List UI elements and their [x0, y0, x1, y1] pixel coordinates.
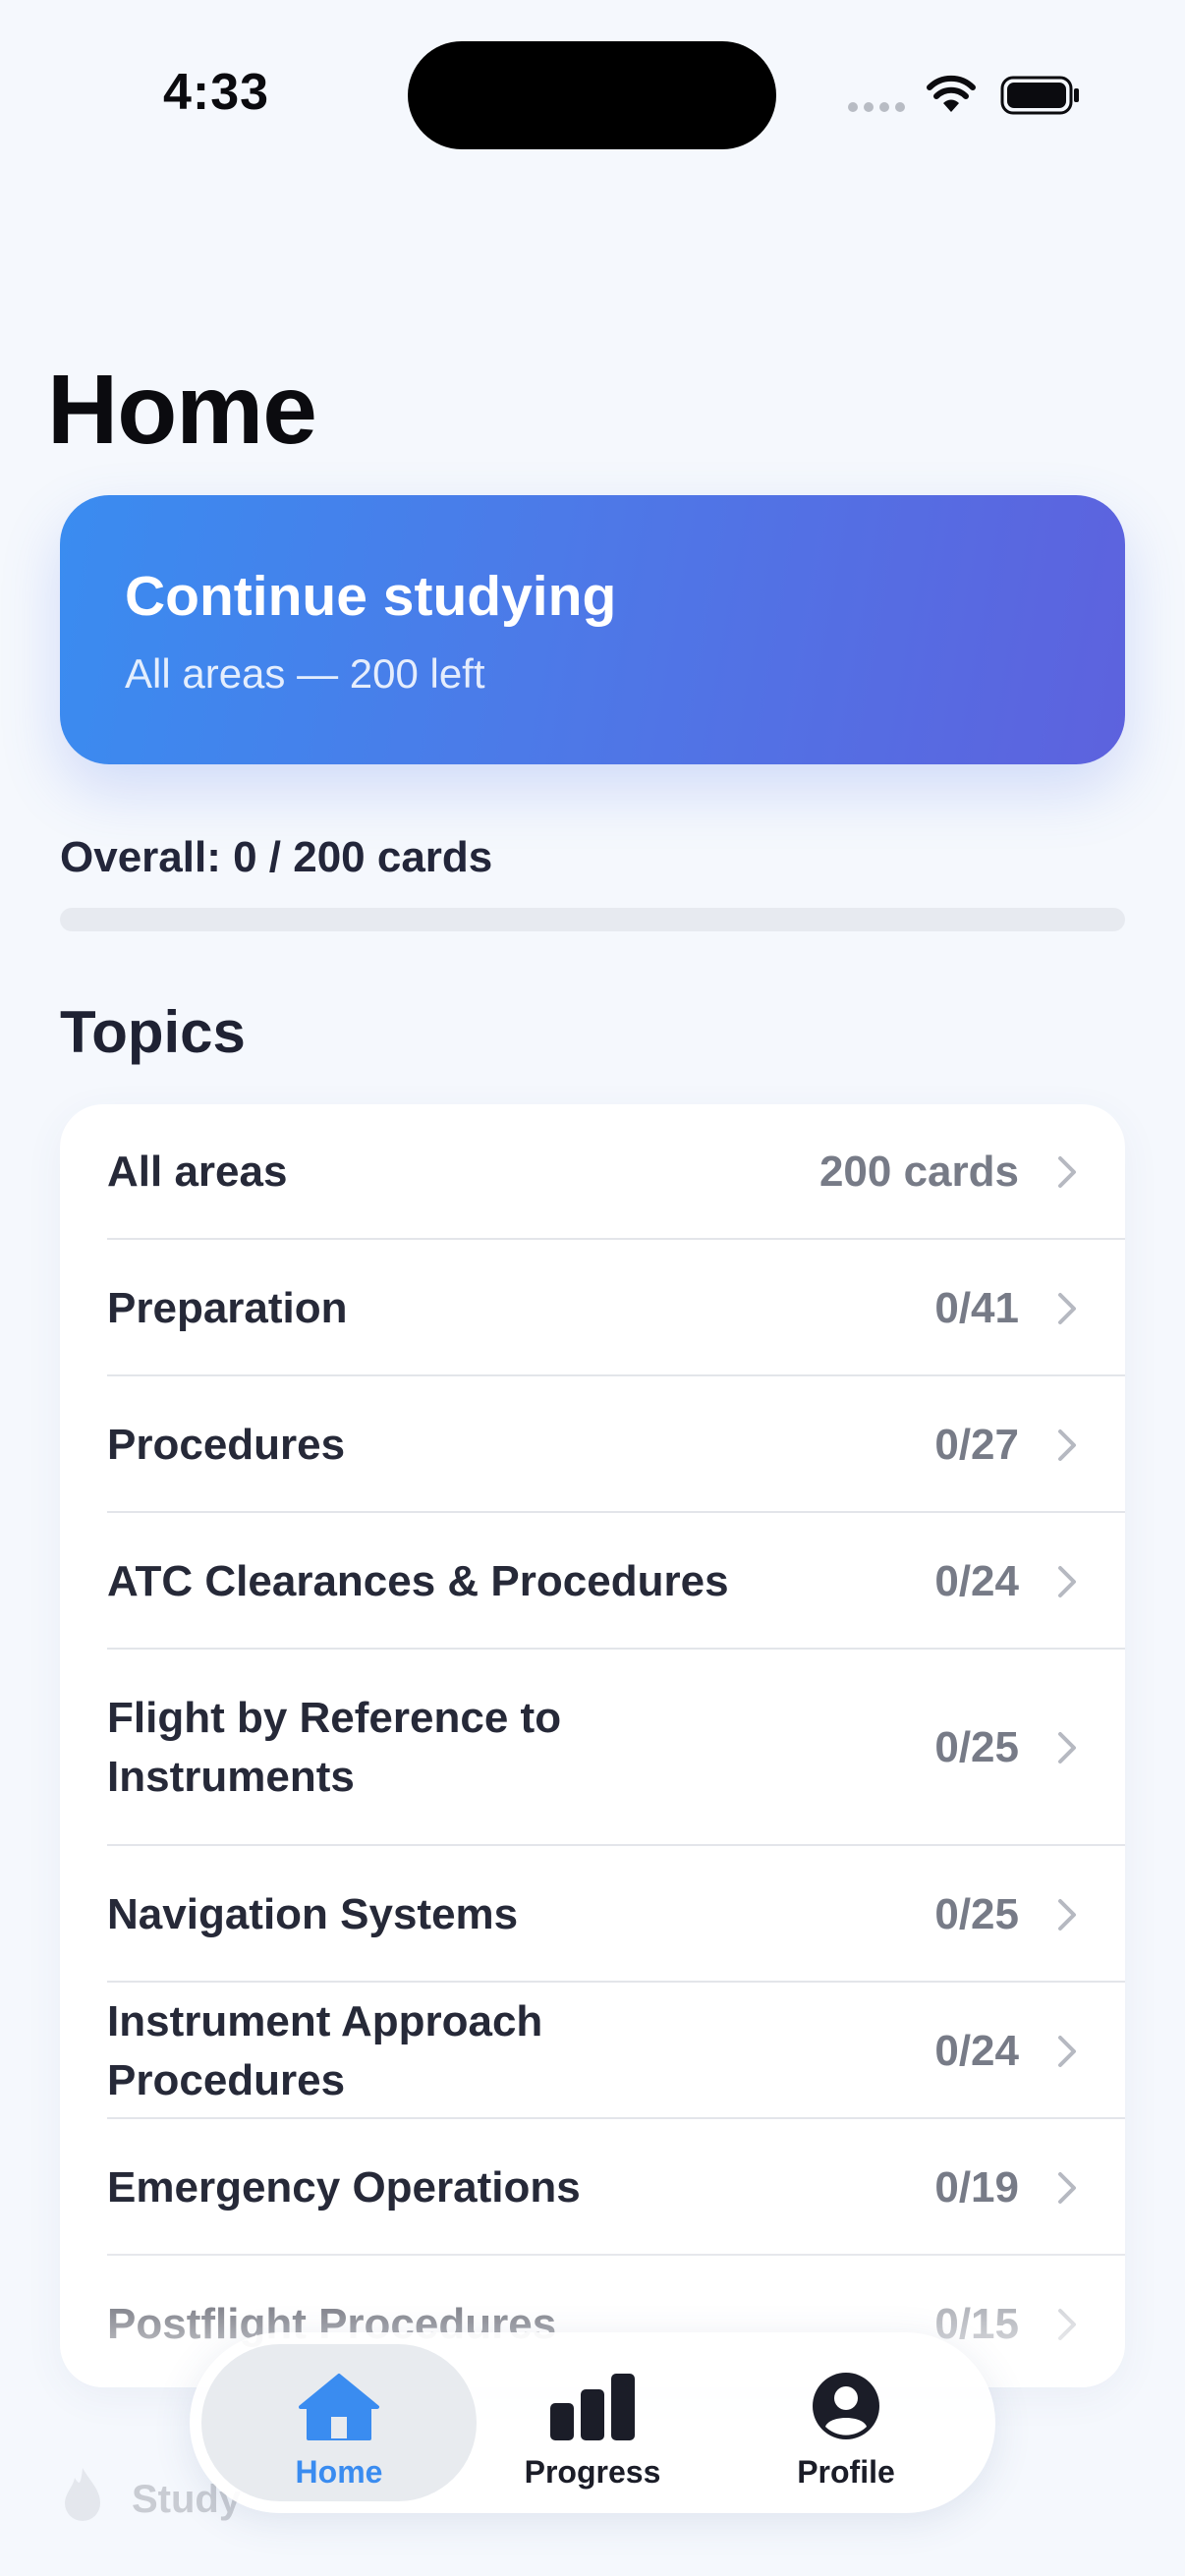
page-title: Home — [47, 355, 317, 465]
topic-count: 0/15 — [934, 2299, 1019, 2348]
topic-count: 0/24 — [934, 2026, 1019, 2075]
topics-heading: Topics — [60, 999, 246, 1065]
house-icon — [299, 2374, 379, 2440]
bar-chart-icon — [550, 2374, 635, 2440]
tab-progress[interactable]: Progress — [455, 2344, 730, 2501]
topic-label: Preparation — [107, 1283, 348, 1332]
tab-bar: Home Progress Profile — [190, 2332, 995, 2513]
topic-label: Flight by Reference to Instruments — [107, 1694, 562, 1801]
topics-list: All areas 200 cards Preparation 0/41 Pro… — [60, 1104, 1125, 2387]
topic-label: Procedures — [107, 1420, 346, 1469]
tab-profile[interactable]: Profile — [708, 2344, 984, 2501]
topic-row-emergency-operations[interactable]: Emergency Operations 0/19 — [60, 2119, 1125, 2256]
overall-progress-label: Overall: 0 / 200 cards — [60, 833, 493, 881]
topic-label: Emergency Operations — [107, 2162, 581, 2212]
chevron-right-icon — [1058, 1156, 1076, 1188]
home-screen: 4:33 Home Continue studying All areas — … — [0, 0, 1185, 2576]
overall-progress-bar — [60, 908, 1125, 931]
topic-count: 0/27 — [934, 1420, 1019, 1469]
topic-row-all-areas[interactable]: All areas 200 cards — [60, 1104, 1125, 1240]
tab-label: Profile — [797, 2454, 895, 2490]
flame-icon — [65, 2468, 100, 2521]
chevron-right-icon — [1058, 1292, 1076, 1324]
chevron-right-icon — [1058, 1898, 1076, 1931]
status-time: 4:33 — [163, 64, 270, 121]
chevron-right-icon — [1058, 1428, 1076, 1461]
topic-row-navigation-systems[interactable]: Navigation Systems 0/25 — [60, 1846, 1125, 1983]
chevron-right-icon — [1058, 1565, 1076, 1597]
chevron-right-icon — [1058, 2308, 1076, 2340]
continue-subtitle: All areas — 200 left — [125, 650, 485, 697]
chevron-right-icon — [1058, 2171, 1076, 2204]
topic-row-flight-by-reference[interactable]: Flight by Reference to Instruments 0/25 — [60, 1650, 1125, 1846]
topic-label: Instrument Approach Procedures — [107, 1996, 543, 2104]
battery-icon — [1000, 76, 1079, 115]
cellular-signal-icon — [848, 102, 905, 112]
topic-row-instrument-approach[interactable]: Instrument Approach Procedures 0/24 — [60, 1983, 1125, 2119]
topic-row-atc-clearances[interactable]: ATC Clearances & Procedures 0/24 — [60, 1513, 1125, 1650]
topic-label: All areas — [107, 1148, 288, 1196]
chevron-right-icon — [1058, 2035, 1076, 2067]
person-circle-icon — [813, 2373, 879, 2439]
dynamic-island — [408, 41, 776, 149]
topic-count: 0/24 — [934, 1556, 1019, 1605]
topic-row-preparation[interactable]: Preparation 0/41 — [60, 1240, 1125, 1376]
chevron-right-icon — [1058, 1732, 1076, 1764]
topic-count: 200 cards — [818, 1148, 1019, 1196]
topic-count: 0/19 — [934, 2162, 1019, 2212]
continue-title: Continue studying — [125, 565, 617, 628]
topic-count: 0/41 — [934, 1283, 1019, 1332]
topic-count: 0/25 — [934, 1889, 1019, 1938]
topic-label: Navigation Systems — [107, 1889, 519, 1938]
tab-label: Progress — [524, 2454, 661, 2490]
topic-count: 0/25 — [934, 1723, 1019, 1771]
wifi-icon — [927, 75, 976, 112]
topic-row-procedures[interactable]: Procedures 0/27 — [60, 1376, 1125, 1513]
tab-label: Home — [295, 2454, 383, 2490]
continue-studying-card[interactable]: Continue studying All areas — 200 left — [60, 495, 1125, 764]
tab-home[interactable]: Home — [201, 2344, 477, 2501]
topic-label: ATC Clearances & Procedures — [107, 1556, 729, 1605]
